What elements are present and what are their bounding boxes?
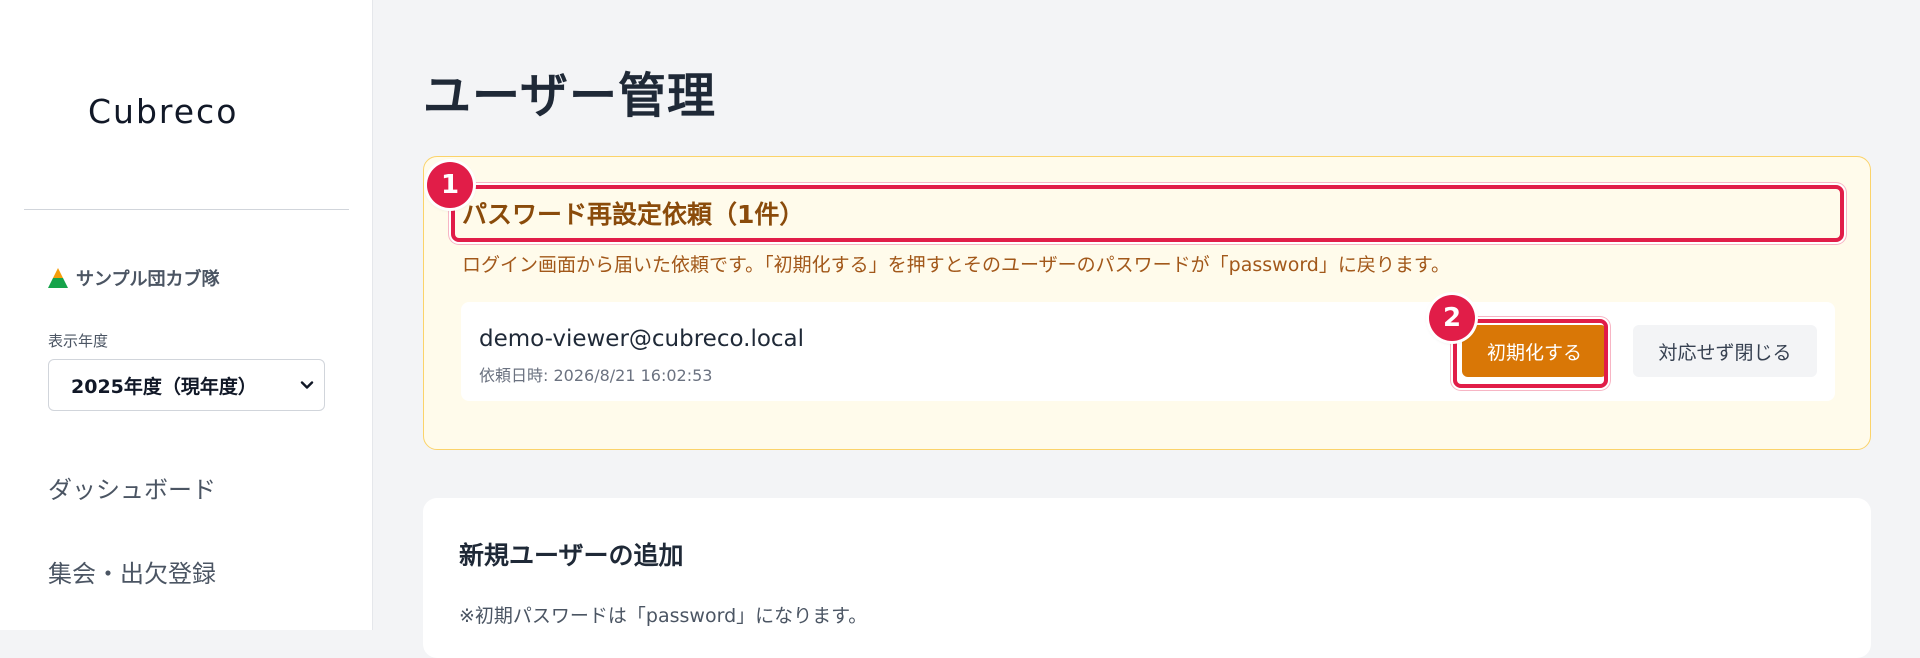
sidebar-item-attendance[interactable]: 集会・出欠登録	[48, 554, 216, 589]
request-timestamp: 依頼日時: 2026/8/21 16:02:53	[479, 366, 713, 385]
year-select-label: 表示年度	[48, 332, 109, 350]
reset-request-row: demo-viewer@cubreco.local 依頼日時: 2026/8/2…	[461, 302, 1835, 401]
troop-name-label: サンプル団カブ隊	[76, 269, 220, 290]
campfire-icon	[48, 268, 68, 288]
troop-name: サンプル団カブ隊	[48, 265, 219, 291]
sidebar-divider	[24, 209, 349, 210]
add-user-card: 新規ユーザーの追加 ※初期パスワードは「password」になります。	[423, 498, 1871, 658]
year-select[interactable]: 2025年度（現年度）	[48, 359, 325, 411]
sidebar-item-dashboard[interactable]: ダッシュボード	[48, 470, 216, 505]
initial-password-note: ※初期パスワードは「password」になります。	[459, 605, 868, 627]
password-reset-description: ログイン画面から届いた依頼です。「初期化する」を押すとそのユーザーのパスワードが…	[462, 254, 1450, 276]
add-user-heading: 新規ユーザーの追加	[459, 541, 684, 570]
dismiss-request-button[interactable]: 対応せず閉じる	[1633, 325, 1817, 377]
annotation-badge-1: 1	[427, 162, 473, 208]
password-reset-heading: パスワード再設定依頼（1件）	[462, 200, 805, 229]
year-select-value: 2025年度（現年度）	[71, 375, 257, 398]
password-reset-panel: パスワード再設定依頼（1件） ログイン画面から届いた依頼です。「初期化する」を押…	[423, 156, 1871, 450]
sidebar: Cubreco サンプル団カブ隊 表示年度 2025年度（現年度） ダッシュボー…	[0, 0, 373, 630]
app-logo[interactable]: Cubreco	[88, 92, 238, 131]
reset-password-button[interactable]: 初期化する	[1462, 325, 1607, 377]
chevron-down-icon	[300, 381, 314, 389]
page-title: ユーザー管理	[423, 68, 717, 124]
annotation-badge-2: 2	[1429, 295, 1475, 341]
request-email: demo-viewer@cubreco.local	[479, 326, 805, 352]
